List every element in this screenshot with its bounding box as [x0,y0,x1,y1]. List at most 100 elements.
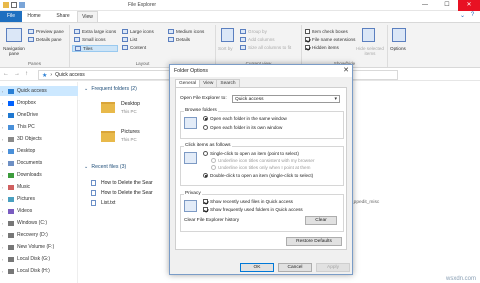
chevron-right-icon[interactable]: › [0,221,5,226]
chevron-down-icon[interactable]: ⌄ [459,12,466,20]
chevron-right-icon[interactable]: › [0,197,5,202]
chevron-right-icon[interactable]: › [0,137,5,142]
layout-medium-icons[interactable]: Medium icons [168,29,204,34]
recent-files-checkbox[interactable]: Show recently used files in Quick access [203,199,293,204]
tab-search[interactable]: Search [216,79,240,87]
folder-icon[interactable] [3,2,9,8]
underline-browser-radio[interactable]: Underline icon titles consistent with my… [211,158,315,163]
sidebar-item[interactable]: › Windows (C:) [0,218,78,228]
chevron-right-icon[interactable]: › [0,149,5,154]
content-icon [122,45,128,50]
navigation-pane-button[interactable]: Navigation pane [2,46,26,56]
chevron-right-icon[interactable]: › [0,269,5,274]
sidebar-item[interactable]: › Local Disk (G:) [0,254,78,264]
tab-view[interactable]: View [199,79,218,87]
list-item[interactable]: List.txt [91,200,115,206]
ok-button[interactable]: OK [240,263,274,272]
double-click-radio[interactable]: Double-click to open an item (single-cli… [203,173,313,178]
layout-content[interactable]: Content [122,45,146,50]
list-item[interactable]: How to Delete the Sear [91,180,153,186]
sidebar-item[interactable]: › Downloads [0,170,78,180]
privacy-label: Privacy [184,191,202,196]
sidebar-item[interactable]: › Music [0,182,78,192]
add-columns-button[interactable]: Add columns [240,37,275,42]
chevron-right-icon[interactable]: › [0,125,5,130]
details-pane-button[interactable]: Details pane [28,37,62,42]
frequent-folders-header[interactable]: ⌄ Frequent folders (2) [84,86,137,92]
chevron-right-icon[interactable]: › [0,245,5,250]
open-explorer-select[interactable]: Quick access [232,95,340,103]
layout-small-icons[interactable]: Small icons [74,37,106,42]
new-folder-icon[interactable] [19,2,25,8]
sidebar-item[interactable]: › Pictures [0,194,78,204]
sidebar-item[interactable]: › Documents [0,158,78,168]
underline-point-radio[interactable]: Underline icon titles only when I point … [211,165,310,170]
chevron-right-icon[interactable]: › [0,161,5,166]
sidebar-item[interactable]: › Recovery (D:) [0,230,78,240]
frequent-folders-checkbox[interactable]: Show frequently used folders in Quick ac… [203,207,303,212]
dialog-title-bar: Folder Options ✕ [170,65,352,77]
same-window-radio[interactable]: Open each folder in the same window [203,116,287,121]
file-name-extensions-toggle[interactable]: File name extensions [305,37,355,42]
hide-selected-button[interactable]: Hide selected items [354,46,386,56]
layout-tiles[interactable]: Tiles [72,45,118,52]
sidebar-item[interactable]: › This PC [0,122,78,132]
folder-name[interactable]: Pictures [121,129,140,135]
tab-view[interactable]: View [77,11,98,22]
click-items-icon [184,152,197,164]
single-click-radio[interactable]: Single-click to open an item (point to s… [203,151,299,156]
sidebar-item[interactable]: › 3D Objects [0,134,78,144]
chevron-right-icon[interactable]: › [0,209,5,214]
restore-defaults-button[interactable]: Restore Defaults [286,237,342,246]
help-icon[interactable]: ? [469,12,476,20]
layout-large-icons[interactable]: Large icons [122,29,154,34]
chevron-right-icon[interactable]: › [0,185,5,190]
recent-files-header[interactable]: ⌄ Recent files (3) [84,164,126,170]
sidebar-item[interactable]: › Videos [0,206,78,216]
medium-icons-icon [168,29,174,34]
item-check-boxes-toggle[interactable]: Item check boxes [305,29,348,34]
clear-history-button[interactable]: Clear [305,216,337,225]
tab-file[interactable]: File [0,11,22,22]
sidebar-item-label: Downloads [17,172,42,178]
folder-location: This PC [121,109,137,114]
chevron-right-icon[interactable]: › [0,173,5,178]
layout-details[interactable]: Details [168,37,190,42]
minimize-button[interactable]: — [414,0,436,11]
star-icon: ★ [42,72,48,79]
forward-button[interactable]: → [14,71,20,77]
preview-pane-button[interactable]: Preview pane [28,29,64,34]
own-window-radio[interactable]: Open each folder in its own window [203,125,282,130]
tab-home[interactable]: Home [22,11,46,22]
close-button[interactable]: ✕ [458,0,480,11]
layout-extra-large-icons[interactable]: Extra large icons [74,29,116,34]
group-by-button[interactable]: Group by [240,29,267,34]
options-button[interactable]: Options [390,46,406,51]
chevron-right-icon[interactable]: › [0,101,5,106]
list-item[interactable]: How to Delete the Sear [91,190,153,196]
maximize-button[interactable]: ☐ [436,0,458,11]
sort-by-button[interactable]: Sort by [218,46,233,51]
privacy-icon [184,200,197,212]
chevron-right-icon[interactable]: › [0,89,5,94]
sidebar-item[interactable]: › Dropbox [0,98,78,108]
chevron-right-icon[interactable]: › [0,233,5,238]
back-button[interactable]: ← [3,71,9,77]
chevron-right-icon[interactable]: › [0,113,5,118]
document-icon [91,190,96,196]
up-button[interactable]: ↑ [25,71,28,77]
size-all-columns-button[interactable]: Size all columns to fit [240,45,291,50]
sidebar-item[interactable]: › Desktop [0,146,78,156]
folder-name[interactable]: Desktop [121,101,140,107]
dialog-close-button[interactable]: ✕ [343,66,349,74]
hidden-items-toggle[interactable]: Hidden items [305,45,339,50]
tab-share[interactable]: Share [50,11,76,22]
sidebar-item[interactable]: › New Volume (F:) [0,242,78,252]
properties-icon[interactable] [11,2,17,8]
apply-button[interactable]: Apply [316,263,350,272]
sidebar-item[interactable]: › OneDrive [0,110,78,120]
layout-list[interactable]: List [122,37,137,42]
chevron-right-icon[interactable]: › [0,257,5,262]
cancel-button[interactable]: Cancel [278,263,312,272]
sidebar-item[interactable]: › Quick access [0,86,78,96]
